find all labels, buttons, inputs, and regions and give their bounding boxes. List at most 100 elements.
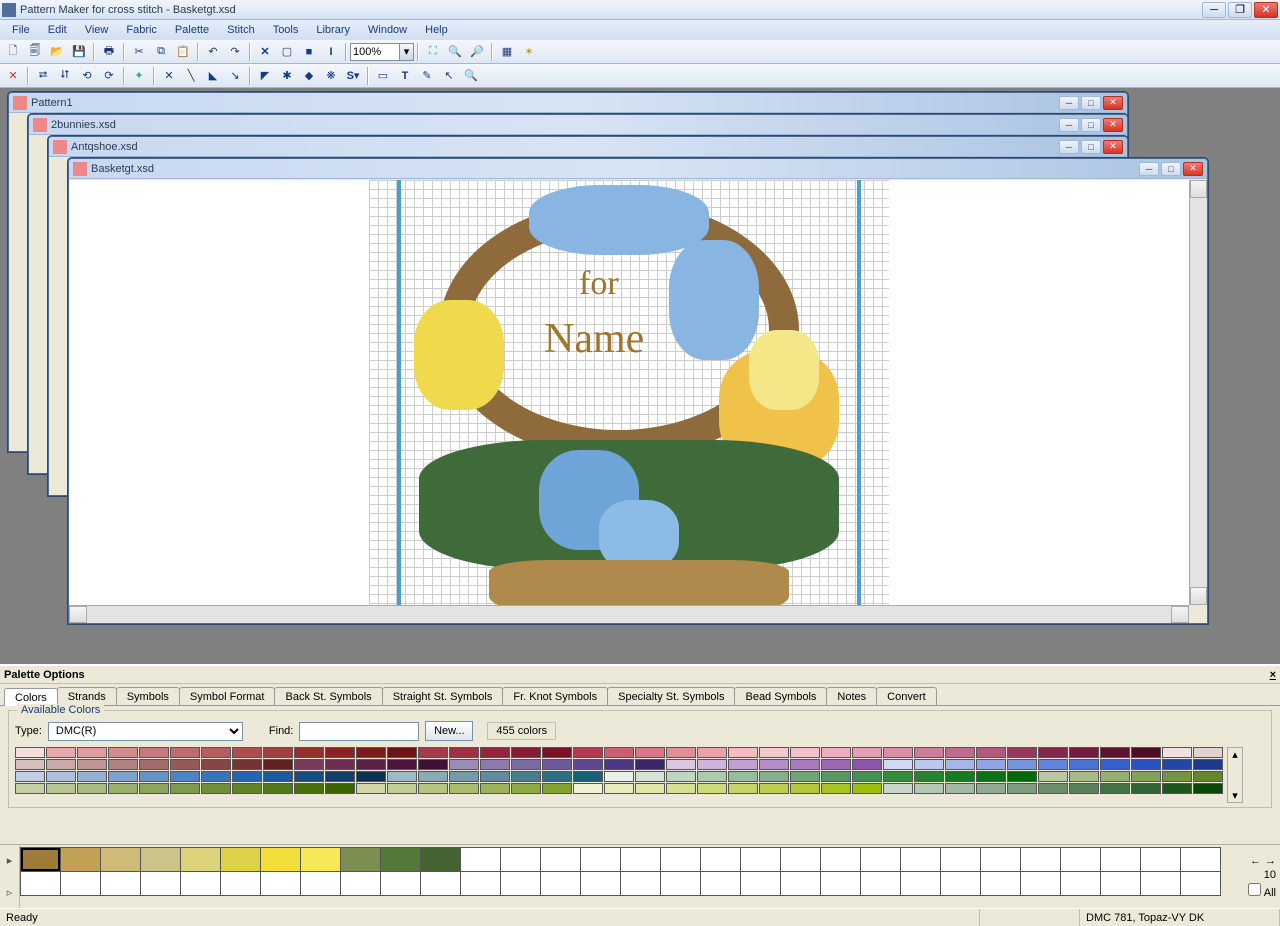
child-window-active[interactable]: Basketgt.xsd ─ □ ✕ [68, 158, 1208, 624]
color-swatch[interactable] [635, 771, 665, 782]
palette-slot[interactable] [540, 871, 581, 896]
menu-edit[interactable]: Edit [40, 22, 75, 38]
color-swatch[interactable] [1069, 771, 1099, 782]
palette-slot[interactable] [580, 847, 621, 872]
back-stitch-icon[interactable]: ↘ [224, 66, 246, 86]
flip-h-icon[interactable]: ⮂ [32, 66, 54, 86]
color-swatch[interactable] [480, 771, 510, 782]
palette-options-close[interactable]: × [1270, 669, 1276, 681]
color-swatch[interactable] [387, 771, 417, 782]
color-swatch[interactable] [976, 759, 1006, 770]
vertical-scrollbar[interactable] [1189, 180, 1207, 605]
color-swatch[interactable] [542, 783, 572, 794]
color-grid-scrollbar[interactable]: ▴▾ [1227, 747, 1243, 803]
palette-slot[interactable] [1140, 847, 1181, 872]
color-swatch[interactable] [852, 783, 882, 794]
color-swatch[interactable] [945, 759, 975, 770]
color-swatch[interactable] [759, 747, 789, 758]
palette-slot[interactable] [900, 871, 941, 896]
color-swatch[interactable] [15, 783, 45, 794]
palette-slot[interactable] [60, 871, 101, 896]
zoom-tool-icon[interactable]: 🔍 [460, 66, 482, 86]
color-swatch[interactable] [77, 747, 107, 758]
color-swatch[interactable] [883, 783, 913, 794]
zoom-value[interactable]: 100% [350, 43, 400, 61]
fit-icon[interactable]: ⛶ [422, 42, 444, 62]
color-swatch[interactable] [294, 747, 324, 758]
palette-slot[interactable] [620, 871, 661, 896]
child-minimize[interactable]: ─ [1059, 140, 1079, 154]
color-swatch[interactable] [325, 759, 355, 770]
close-button[interactable]: ✕ [1254, 2, 1278, 18]
tab-bead-symbols[interactable]: Bead Symbols [734, 687, 827, 705]
color-swatch[interactable] [1193, 771, 1223, 782]
zoom-area-icon[interactable]: 🔎 [466, 42, 488, 62]
palette-slot[interactable] [260, 871, 301, 896]
color-swatch[interactable] [325, 783, 355, 794]
palette-slot[interactable] [1020, 847, 1061, 872]
color-swatch[interactable] [325, 747, 355, 758]
palette-slot[interactable] [1180, 871, 1221, 896]
palette-slot[interactable] [1020, 871, 1061, 896]
print-icon[interactable]: 🖶 [98, 42, 120, 62]
child-close[interactable]: ✕ [1183, 162, 1203, 176]
color-swatch[interactable] [1069, 747, 1099, 758]
menu-stitch[interactable]: Stitch [219, 22, 263, 38]
color-swatch[interactable] [108, 759, 138, 770]
palette-slot[interactable] [620, 847, 661, 872]
menu-library[interactable]: Library [308, 22, 358, 38]
color-swatch[interactable] [542, 771, 572, 782]
color-swatch[interactable] [480, 759, 510, 770]
restore-button[interactable]: ❐ [1228, 2, 1252, 18]
color-swatch[interactable] [139, 783, 169, 794]
color-swatch[interactable] [1007, 771, 1037, 782]
color-swatch[interactable] [232, 771, 262, 782]
outline-icon[interactable]: ▢ [276, 42, 298, 62]
three-quarter-icon[interactable]: ◤ [254, 66, 276, 86]
arrow-right-icon[interactable]: → [1265, 855, 1276, 867]
menu-fabric[interactable]: Fabric [118, 22, 165, 38]
color-swatch[interactable] [914, 747, 944, 758]
text-bold-icon[interactable]: I [320, 42, 342, 62]
palette-slot[interactable] [740, 871, 781, 896]
color-swatch[interactable] [1100, 783, 1130, 794]
color-swatch[interactable] [852, 771, 882, 782]
color-swatch[interactable] [356, 783, 386, 794]
s-tool-icon[interactable]: S ▾ [342, 66, 364, 86]
color-swatch[interactable] [1131, 783, 1161, 794]
child-minimize[interactable]: ─ [1059, 118, 1079, 132]
color-swatch[interactable] [945, 771, 975, 782]
palette-slot[interactable] [860, 871, 901, 896]
color-swatch[interactable] [759, 759, 789, 770]
rotate-ccw-icon[interactable]: ⟲ [76, 66, 98, 86]
palette-slot[interactable] [740, 847, 781, 872]
color-swatch[interactable] [108, 771, 138, 782]
color-swatch[interactable] [263, 783, 293, 794]
child-maximize[interactable]: □ [1081, 96, 1101, 110]
palette-slot[interactable] [340, 847, 381, 872]
fill-icon[interactable]: ■ [298, 42, 320, 62]
child-minimize[interactable]: ─ [1139, 162, 1159, 176]
palette-slot[interactable] [100, 847, 141, 872]
color-swatch[interactable] [914, 759, 944, 770]
palette-slot[interactable] [980, 847, 1021, 872]
color-swatch[interactable] [232, 783, 262, 794]
palette-slot[interactable] [300, 871, 341, 896]
palette-slot[interactable] [140, 847, 181, 872]
color-swatch[interactable] [1162, 783, 1192, 794]
palette-slot[interactable] [980, 871, 1021, 896]
menu-help[interactable]: Help [417, 22, 456, 38]
half-stitch-icon[interactable]: ╲ [180, 66, 202, 86]
color-swatch[interactable] [77, 771, 107, 782]
color-swatch[interactable] [1069, 783, 1099, 794]
paste-icon[interactable]: 📋 [172, 42, 194, 62]
tab-fr-knot-symbols[interactable]: Fr. Knot Symbols [502, 687, 608, 705]
color-swatch[interactable] [480, 747, 510, 758]
color-swatch[interactable] [790, 783, 820, 794]
child-minimize[interactable]: ─ [1059, 96, 1079, 110]
color-swatch[interactable] [604, 759, 634, 770]
quarter-stitch-icon[interactable]: ◣ [202, 66, 224, 86]
new-button[interactable]: New... [425, 721, 473, 741]
copy-doc-icon[interactable]: 🗐 [24, 42, 46, 62]
eyedropper-icon[interactable]: ✎ [416, 66, 438, 86]
